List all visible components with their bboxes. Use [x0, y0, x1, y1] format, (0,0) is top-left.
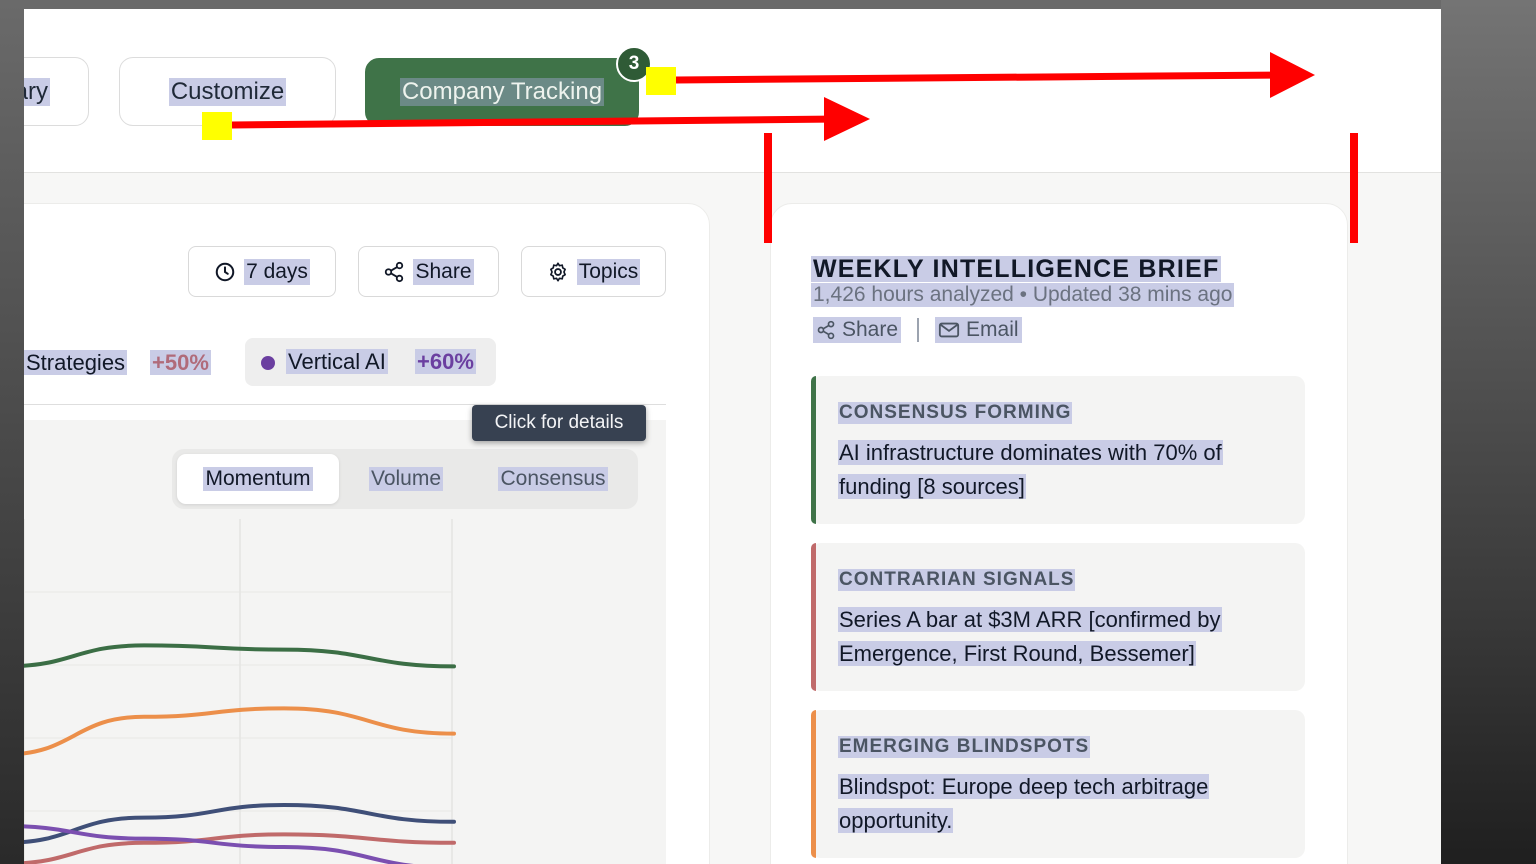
- annotation-arrowhead: [824, 97, 870, 141]
- annotation-arrow-line: [231, 115, 841, 129]
- annotation-marker: [202, 112, 232, 140]
- annotation-marker: [646, 67, 676, 95]
- annotation-bracket-right: [1350, 133, 1358, 243]
- annotation-arrow-line: [675, 71, 1283, 84]
- annotation-bracket-left: [764, 133, 772, 243]
- annotation-arrowhead: [1270, 52, 1315, 98]
